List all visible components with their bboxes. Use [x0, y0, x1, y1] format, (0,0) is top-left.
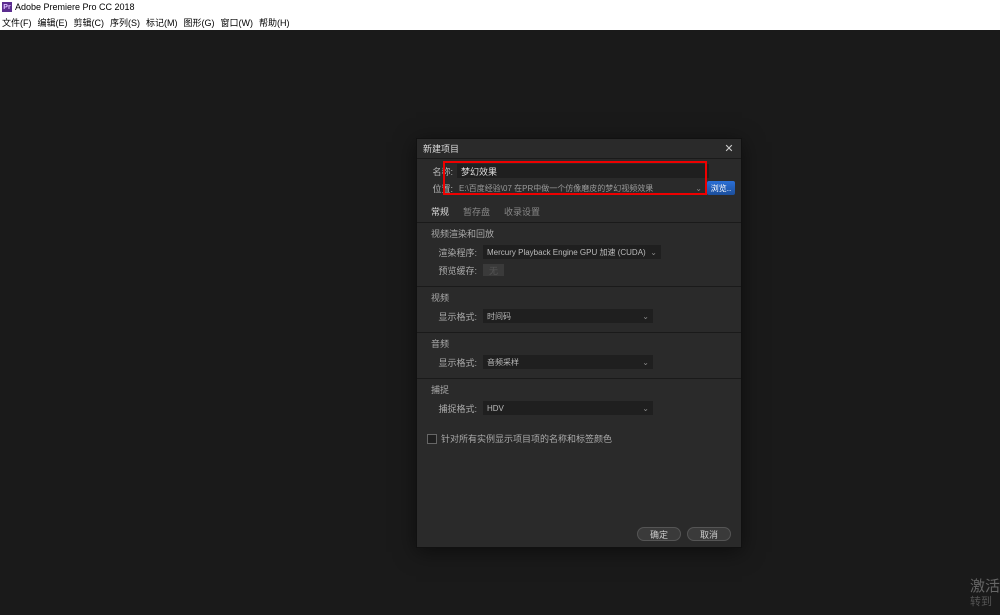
workspace: 新建项目 ✕ 名称: 位置: E:\百度经验\07 在PR中做一个仿像磨皮的梦幻…: [0, 30, 1000, 615]
activation-watermark: 激活 转到: [970, 578, 1000, 609]
section-audio-title: 音频: [431, 337, 731, 350]
tab-scratch[interactable]: 暂存盘: [463, 205, 490, 218]
chevron-down-icon: ⌄: [642, 312, 649, 321]
dialog-tabs: 常规 暂存盘 收录设置: [417, 199, 741, 223]
browse-button[interactable]: 浏览..: [707, 181, 735, 195]
tab-general[interactable]: 常规: [431, 205, 449, 218]
menu-window[interactable]: 窗口(W): [221, 16, 254, 29]
section-render: 视频渲染和回放 渲染程序: Mercury Playback Engine GP…: [417, 223, 741, 287]
renderer-value: Mercury Playback Engine GPU 加速 (CUDA): [487, 247, 646, 258]
dialog-header: 新建项目 ✕: [417, 139, 741, 159]
menu-clip[interactable]: 剪辑(C): [74, 16, 105, 29]
name-input[interactable]: [457, 164, 709, 178]
audio-fmt-select[interactable]: 音频采样 ⌄: [483, 355, 653, 369]
chevron-down-icon: ⌄: [650, 248, 657, 257]
renderer-select[interactable]: Mercury Playback Engine GPU 加速 (CUDA) ⌄: [483, 245, 661, 259]
new-project-dialog: 新建项目 ✕ 名称: 位置: E:\百度经验\07 在PR中做一个仿像磨皮的梦幻…: [416, 138, 742, 548]
menu-edit[interactable]: 编辑(E): [38, 16, 68, 29]
cache-value: 无: [483, 264, 504, 276]
capture-fmt-value: HDV: [487, 404, 504, 413]
watermark-line1: 激活: [970, 578, 1000, 596]
menu-file[interactable]: 文件(F): [2, 16, 32, 29]
ok-button[interactable]: 确定: [637, 527, 681, 541]
cache-label: 预览缓存:: [431, 264, 477, 277]
app-icon: Pr: [2, 2, 12, 12]
location-value: E:\百度经验\07 在PR中做一个仿像磨皮的梦幻视频效果: [457, 181, 692, 195]
show-names-checkbox[interactable]: [427, 434, 437, 444]
section-video-title: 视频: [431, 291, 731, 304]
video-fmt-select[interactable]: 时间码 ⌄: [483, 309, 653, 323]
chevron-down-icon: ⌄: [642, 358, 649, 367]
cancel-button[interactable]: 取消: [687, 527, 731, 541]
tab-ingest[interactable]: 收录设置: [504, 205, 540, 218]
menu-graph[interactable]: 图形(G): [184, 16, 215, 29]
chevron-down-icon: ⌄: [642, 404, 649, 413]
audio-fmt-label: 显示格式:: [431, 356, 477, 369]
video-fmt-label: 显示格式:: [431, 310, 477, 323]
dialog-footer: 确定 取消: [637, 527, 731, 541]
close-icon[interactable]: ✕: [723, 143, 735, 155]
section-video: 视频 显示格式: 时间码 ⌄: [417, 287, 741, 333]
renderer-label: 渲染程序:: [431, 246, 477, 259]
checkbox-row: 针对所有实例显示项目项的名称和标签颜色: [417, 424, 741, 453]
menu-seq[interactable]: 序列(S): [110, 16, 140, 29]
section-capture: 捕捉 捕捉格式: HDV ⌄: [417, 379, 741, 424]
section-audio: 音频 显示格式: 音频采样 ⌄: [417, 333, 741, 379]
name-label: 名称:: [423, 165, 453, 178]
audio-fmt-value: 音频采样: [487, 357, 519, 368]
section-capture-title: 捕捉: [431, 383, 731, 396]
dialog-title: 新建项目: [423, 142, 459, 155]
titlebar: Pr Adobe Premiere Pro CC 2018: [0, 0, 1000, 14]
chevron-down-icon[interactable]: ⌄: [695, 184, 702, 193]
checkbox-label: 针对所有实例显示项目项的名称和标签颜色: [441, 432, 612, 445]
section-render-title: 视频渲染和回放: [431, 227, 731, 240]
watermark-line2: 转到: [970, 596, 1000, 609]
capture-fmt-select[interactable]: HDV ⌄: [483, 401, 653, 415]
app-title: Adobe Premiere Pro CC 2018: [15, 2, 135, 12]
location-label: 位置:: [423, 182, 453, 195]
menu-help[interactable]: 帮助(H): [259, 16, 290, 29]
menu-marker[interactable]: 标记(M): [146, 16, 178, 29]
menubar: 文件(F) 编辑(E) 剪辑(C) 序列(S) 标记(M) 图形(G) 窗口(W…: [0, 14, 1000, 30]
capture-fmt-label: 捕捉格式:: [431, 402, 477, 415]
video-fmt-value: 时间码: [487, 311, 511, 322]
